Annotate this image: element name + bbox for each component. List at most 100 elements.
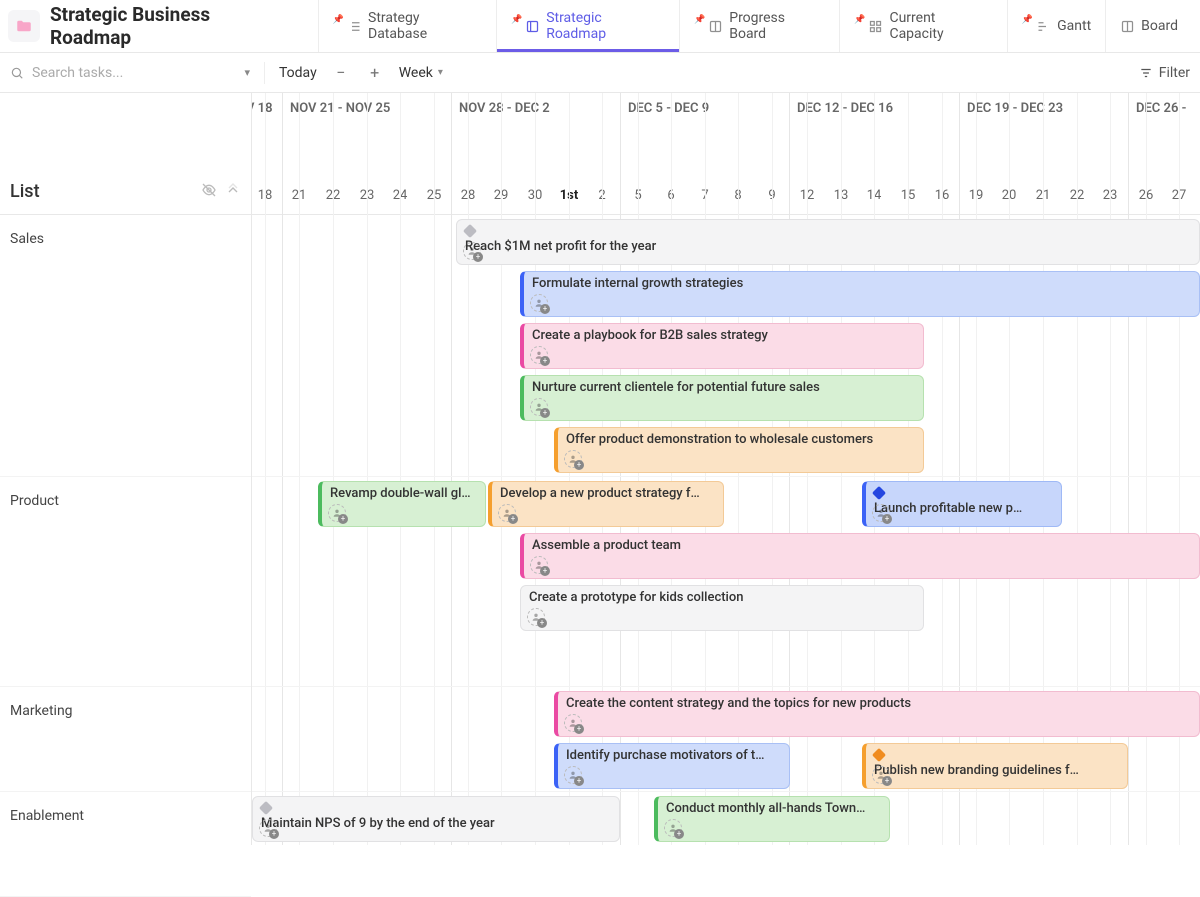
tab-label: Gantt: [1057, 18, 1091, 34]
day-label: 18: [258, 188, 273, 203]
task-label: Develop a new product strategy f…: [500, 486, 715, 502]
folder-icon: [8, 10, 40, 42]
task-bar[interactable]: Create a playbook for B2B sales strategy: [520, 323, 924, 369]
assignee-add-icon[interactable]: [564, 450, 582, 468]
day-label: 30: [528, 188, 543, 203]
assignee-add-icon[interactable]: [872, 766, 890, 784]
task-label: Launch profitable new p…: [874, 501, 1053, 517]
tab-label: Strategic Roadmap: [546, 10, 665, 42]
group-row[interactable]: Product: [0, 477, 251, 687]
timescale-selector[interactable]: Week ▾: [399, 65, 443, 81]
day-label: 19: [969, 188, 984, 203]
gantt-icon: [1036, 19, 1051, 34]
day-label: 27: [1172, 188, 1187, 203]
task-bar[interactable]: Launch profitable new p…: [862, 481, 1062, 527]
group-row[interactable]: Sales: [0, 215, 251, 477]
task-bar[interactable]: Conduct monthly all-hands Town…: [654, 796, 890, 842]
pin-icon: 📌: [1022, 15, 1033, 25]
day-label: 5: [634, 188, 641, 203]
day-label: 20: [1002, 188, 1017, 203]
day-label: 14: [867, 188, 882, 203]
zoom-out-button[interactable]: −: [331, 63, 351, 83]
task-bar[interactable]: Create the content strategy and the topi…: [554, 691, 1200, 737]
hide-icon[interactable]: [201, 182, 217, 202]
group-block: Revamp double-wall gl… Develop a new prod…: [252, 477, 1200, 687]
day-label: 21: [1036, 188, 1051, 203]
assignee-add-icon[interactable]: [530, 398, 548, 416]
group-block: Reach $1M net profit for the year Formula…: [252, 215, 1200, 477]
task-bar[interactable]: Formulate internal growth strategies: [520, 271, 1200, 317]
assignee-add-icon[interactable]: [328, 504, 346, 522]
assignee-add-icon[interactable]: [564, 766, 582, 784]
task-label: Create a playbook for B2B sales strategy: [532, 328, 915, 344]
assignee-add-icon[interactable]: [530, 556, 548, 574]
day-row: 1821222324252829301st2567891213141516192…: [252, 188, 1200, 208]
assignee-add-icon[interactable]: [872, 504, 890, 522]
task-bar[interactable]: Publish new branding guidelines f…: [862, 743, 1128, 789]
tab-label: Board: [1141, 18, 1178, 34]
task-bar[interactable]: Assemble a product team: [520, 533, 1200, 579]
day-label: 16: [935, 188, 950, 203]
tab-progress-board[interactable]: 📌 Progress Board: [679, 0, 839, 52]
day-label: 6: [667, 188, 674, 203]
tab-strategy-database[interactable]: 📌 Strategy Database: [318, 0, 496, 52]
day-label: 22: [326, 188, 341, 203]
divider: [264, 62, 265, 84]
day-label: 29: [494, 188, 509, 203]
header: Strategic Business Roadmap 📌 Strategy Da…: [0, 0, 1200, 53]
pin-icon: 📌: [854, 15, 865, 25]
task-label: Publish new branding guidelines f…: [874, 763, 1119, 779]
task-bar[interactable]: Develop a new product strategy f…: [488, 481, 724, 527]
search-icon: [10, 66, 24, 80]
assignee-add-icon[interactable]: [259, 819, 277, 837]
day-label: 25: [427, 188, 442, 203]
list-icon: [347, 19, 362, 34]
filter-icon: [1139, 66, 1153, 80]
assignee-add-icon[interactable]: [530, 346, 548, 364]
chevron-down-icon: ▾: [438, 67, 443, 78]
timeline[interactable]: V 18NOV 21 - NOV 25NOV 28 - DEC 2DEC 5 -…: [252, 93, 1200, 845]
task-label: Nurture current clientele for potential …: [532, 380, 915, 396]
task-label: Create a prototype for kids collection: [529, 590, 915, 606]
day-label: 9: [768, 188, 775, 203]
tab-board[interactable]: Board: [1105, 0, 1192, 52]
tab-strategic-roadmap[interactable]: 📌 Strategic Roadmap: [496, 0, 679, 52]
milestone-icon: [872, 486, 886, 500]
tab-current-capacity[interactable]: 📌 Current Capacity: [839, 0, 1007, 52]
task-bar[interactable]: Nurture current clientele for potential …: [520, 375, 924, 421]
view-tabs: 📌 Strategy Database 📌 Strategic Roadmap …: [318, 0, 1192, 52]
task-label: Create the content strategy and the topi…: [566, 696, 1191, 712]
tab-label: Current Capacity: [889, 10, 992, 42]
assignee-add-icon[interactable]: [463, 242, 481, 260]
task-bar[interactable]: Offer product demonstration to wholesale…: [554, 427, 924, 473]
sidebar: List SalesProductMarketingEnablement: [0, 93, 252, 845]
tab-gantt[interactable]: 📌 Gantt: [1007, 0, 1105, 52]
task-bar[interactable]: Identify purchase motivators of t…: [554, 743, 790, 789]
timeline-icon: [525, 19, 540, 34]
task-bar[interactable]: Revamp double-wall gl…: [318, 481, 486, 527]
task-label: Revamp double-wall gl…: [330, 486, 477, 502]
rows: Reach $1M net profit for the year Formula…: [252, 215, 1200, 845]
assignee-add-icon[interactable]: [527, 608, 545, 626]
sidebar-header: List: [0, 93, 251, 215]
assignee-add-icon[interactable]: [564, 714, 582, 732]
group-row[interactable]: Marketing: [0, 687, 251, 792]
task-bar[interactable]: Reach $1M net profit for the year: [456, 219, 1200, 265]
week-label: V 18: [252, 101, 273, 116]
milestone-icon: [259, 801, 273, 815]
group-block: Maintain NPS of 9 by the end of the year…: [252, 792, 1200, 845]
zoom-in-button[interactable]: +: [365, 63, 385, 83]
pin-icon: 📌: [694, 15, 705, 25]
today-button[interactable]: Today: [279, 65, 317, 81]
search-input[interactable]: [32, 65, 236, 81]
page-title: Strategic Business Roadmap: [50, 3, 296, 49]
assignee-add-icon[interactable]: [498, 504, 516, 522]
assignee-add-icon[interactable]: [530, 294, 548, 312]
chevron-down-icon[interactable]: ▾: [244, 66, 250, 79]
collapse-icon[interactable]: [225, 182, 241, 202]
filter-button[interactable]: Filter: [1139, 65, 1190, 81]
filter-label: Filter: [1159, 65, 1190, 81]
assignee-add-icon[interactable]: [664, 819, 682, 837]
task-bar[interactable]: Create a prototype for kids collection: [520, 585, 924, 631]
task-bar[interactable]: Maintain NPS of 9 by the end of the year: [252, 796, 620, 842]
